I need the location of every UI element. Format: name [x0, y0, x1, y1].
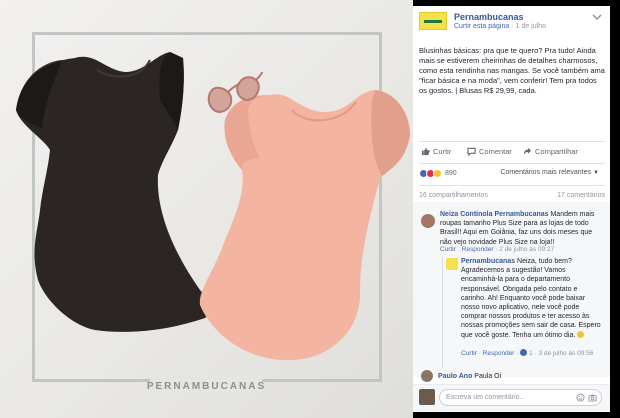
reply-reply-link[interactable]: Responder — [483, 350, 515, 357]
reaction-summary[interactable]: 890 — [419, 169, 457, 178]
like-page-link[interactable]: Curtir esta página — [454, 23, 509, 30]
emoji-icon[interactable] — [576, 393, 585, 402]
smile-emoji-icon — [577, 330, 585, 338]
page-logo[interactable] — [419, 12, 447, 30]
divider — [419, 141, 605, 142]
replier-name[interactable]: Pernambucanas — [461, 258, 515, 265]
comment-time[interactable]: 2 de julho às 09:27 — [499, 246, 554, 253]
like-label: Curtir — [433, 147, 452, 156]
comment-body: Paulo Ano Paula Oi — [438, 372, 603, 381]
camera-icon[interactable] — [588, 393, 597, 402]
commenter-name[interactable]: Neiza Continola Pernambucanas — [440, 211, 549, 218]
share-button[interactable]: Compartilhar — [523, 147, 578, 156]
post-header: Pernambucanas Curtir esta página · 1 de ju… — [419, 12, 604, 38]
reply-like-count[interactable]: 1 — [529, 350, 533, 357]
post-text: Blusinhas básicas: pra que te quero? Pra… — [419, 46, 605, 95]
comment-sort-dropdown[interactable]: Comentários mais relevantes ▼ — [500, 169, 599, 176]
comment-button[interactable]: Comentar — [467, 147, 512, 156]
write-comment-bar: Escreva um comentário... — [413, 384, 610, 412]
wow-reaction-icon — [433, 169, 442, 178]
comment-text: Paula Oi — [472, 373, 502, 380]
sunglasses-image — [207, 71, 263, 114]
post-date[interactable]: 1 de julho — [516, 23, 546, 30]
comment-label: Comentar — [479, 147, 512, 156]
comments-section: Neiza Continola Pernambucanas Mandem mai… — [413, 202, 610, 377]
reply-body: Pernambucanas Neiza, tudo bem? Agradecem… — [461, 257, 603, 340]
page-subtitle: Curtir esta página · 1 de julho — [454, 23, 546, 30]
share-count-link[interactable]: 16 compartilhamentos — [419, 192, 488, 199]
share-icon — [523, 147, 532, 155]
post-panel: Pernambucanas Curtir esta página · 1 de ju… — [413, 6, 610, 412]
reply-time[interactable]: 3 de julho às 09:56 — [538, 350, 593, 357]
divider — [419, 163, 605, 164]
post-actions: Curtir Comentar Compartilhar — [419, 147, 605, 159]
avatar[interactable] — [421, 370, 433, 382]
share-comment-counts: 16 compartilhamentos 17 comentários — [419, 192, 605, 199]
comment-like-link[interactable]: Curtir — [440, 246, 456, 253]
comment-tools — [576, 393, 597, 402]
comment-icon — [467, 147, 476, 156]
reaction-count: 890 — [445, 170, 457, 177]
avatar[interactable] — [421, 214, 435, 228]
comment-input[interactable]: Escreva um comentário... — [439, 389, 602, 406]
reactions-bar: 890 Comentários mais relevantes ▼ — [419, 169, 605, 181]
comment-meta: Curtir · Responder · 2 de julho às 09:27 — [440, 246, 555, 253]
post-photo[interactable]: PERNAMBUCANAS — [0, 0, 413, 418]
comment-input-placeholder: Escreva um comentário... — [446, 394, 526, 401]
thumbs-up-icon — [421, 147, 430, 156]
divider — [419, 185, 605, 186]
avatar[interactable] — [446, 258, 458, 270]
comment-body: Neiza Continola Pernambucanas Mandem mai… — [440, 210, 603, 247]
reply-meta: Curtir · Responder · 1 · 3 de julho às 0… — [461, 349, 594, 357]
comment-sort-label: Comentários mais relevantes — [500, 169, 592, 176]
chevron-down-icon[interactable] — [592, 14, 602, 20]
caret-down-icon: ▼ — [593, 170, 599, 176]
reply-like-link[interactable]: Curtir — [461, 350, 477, 357]
comment-count-link[interactable]: 17 comentários — [557, 192, 605, 199]
comment-reply-link[interactable]: Responder — [462, 246, 494, 253]
current-user-avatar — [419, 389, 435, 405]
like-badge-icon — [520, 349, 528, 356]
reply-thread-line — [442, 258, 443, 368]
page-name-link[interactable]: Pernambucanas — [454, 12, 524, 22]
commenter-name[interactable]: Paulo Ano — [438, 373, 472, 380]
brand-watermark: PERNAMBUCANAS — [146, 381, 267, 392]
reply-text: Neiza, tudo bem? Agradecemos a sugestão!… — [461, 258, 601, 339]
like-button[interactable]: Curtir — [421, 147, 451, 156]
share-label: Compartilhar — [535, 147, 578, 156]
